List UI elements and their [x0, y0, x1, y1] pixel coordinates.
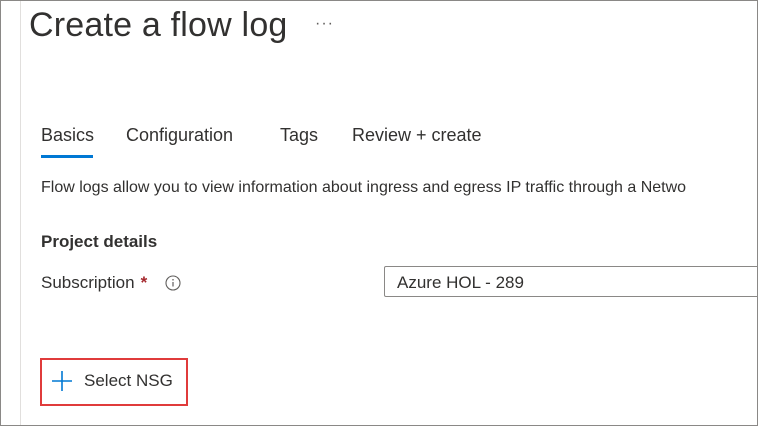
project-details-heading: Project details [41, 232, 158, 251]
tab-configuration[interactable]: Configuration [126, 125, 233, 146]
tab-basics[interactable]: Basics [41, 125, 94, 146]
subscription-label: Subscription * [41, 273, 147, 293]
subscription-selected-value: Azure HOL - 289 [397, 273, 524, 292]
page-title: Create a flow log [29, 6, 288, 44]
plus-icon [52, 371, 72, 391]
flow-log-description: Flow logs allow you to view information … [41, 179, 687, 196]
info-icon[interactable] [165, 275, 181, 291]
subscription-dropdown[interactable]: Azure HOL - 289 [384, 266, 757, 297]
active-tab-indicator [41, 155, 93, 158]
blade-left-divider [20, 1, 21, 425]
subscription-label-text: Subscription [41, 273, 135, 292]
flow-log-blade: Create a flow log ··· Basics Configurati… [0, 0, 758, 426]
more-horizontal-icon[interactable]: ··· [315, 15, 334, 33]
select-nsg-label: Select NSG [84, 371, 173, 390]
select-nsg-button[interactable]: Select NSG [51, 366, 173, 396]
required-marker: * [140, 273, 148, 292]
tab-review-create[interactable]: Review + create [352, 125, 482, 146]
tab-tags[interactable]: Tags [280, 125, 318, 146]
